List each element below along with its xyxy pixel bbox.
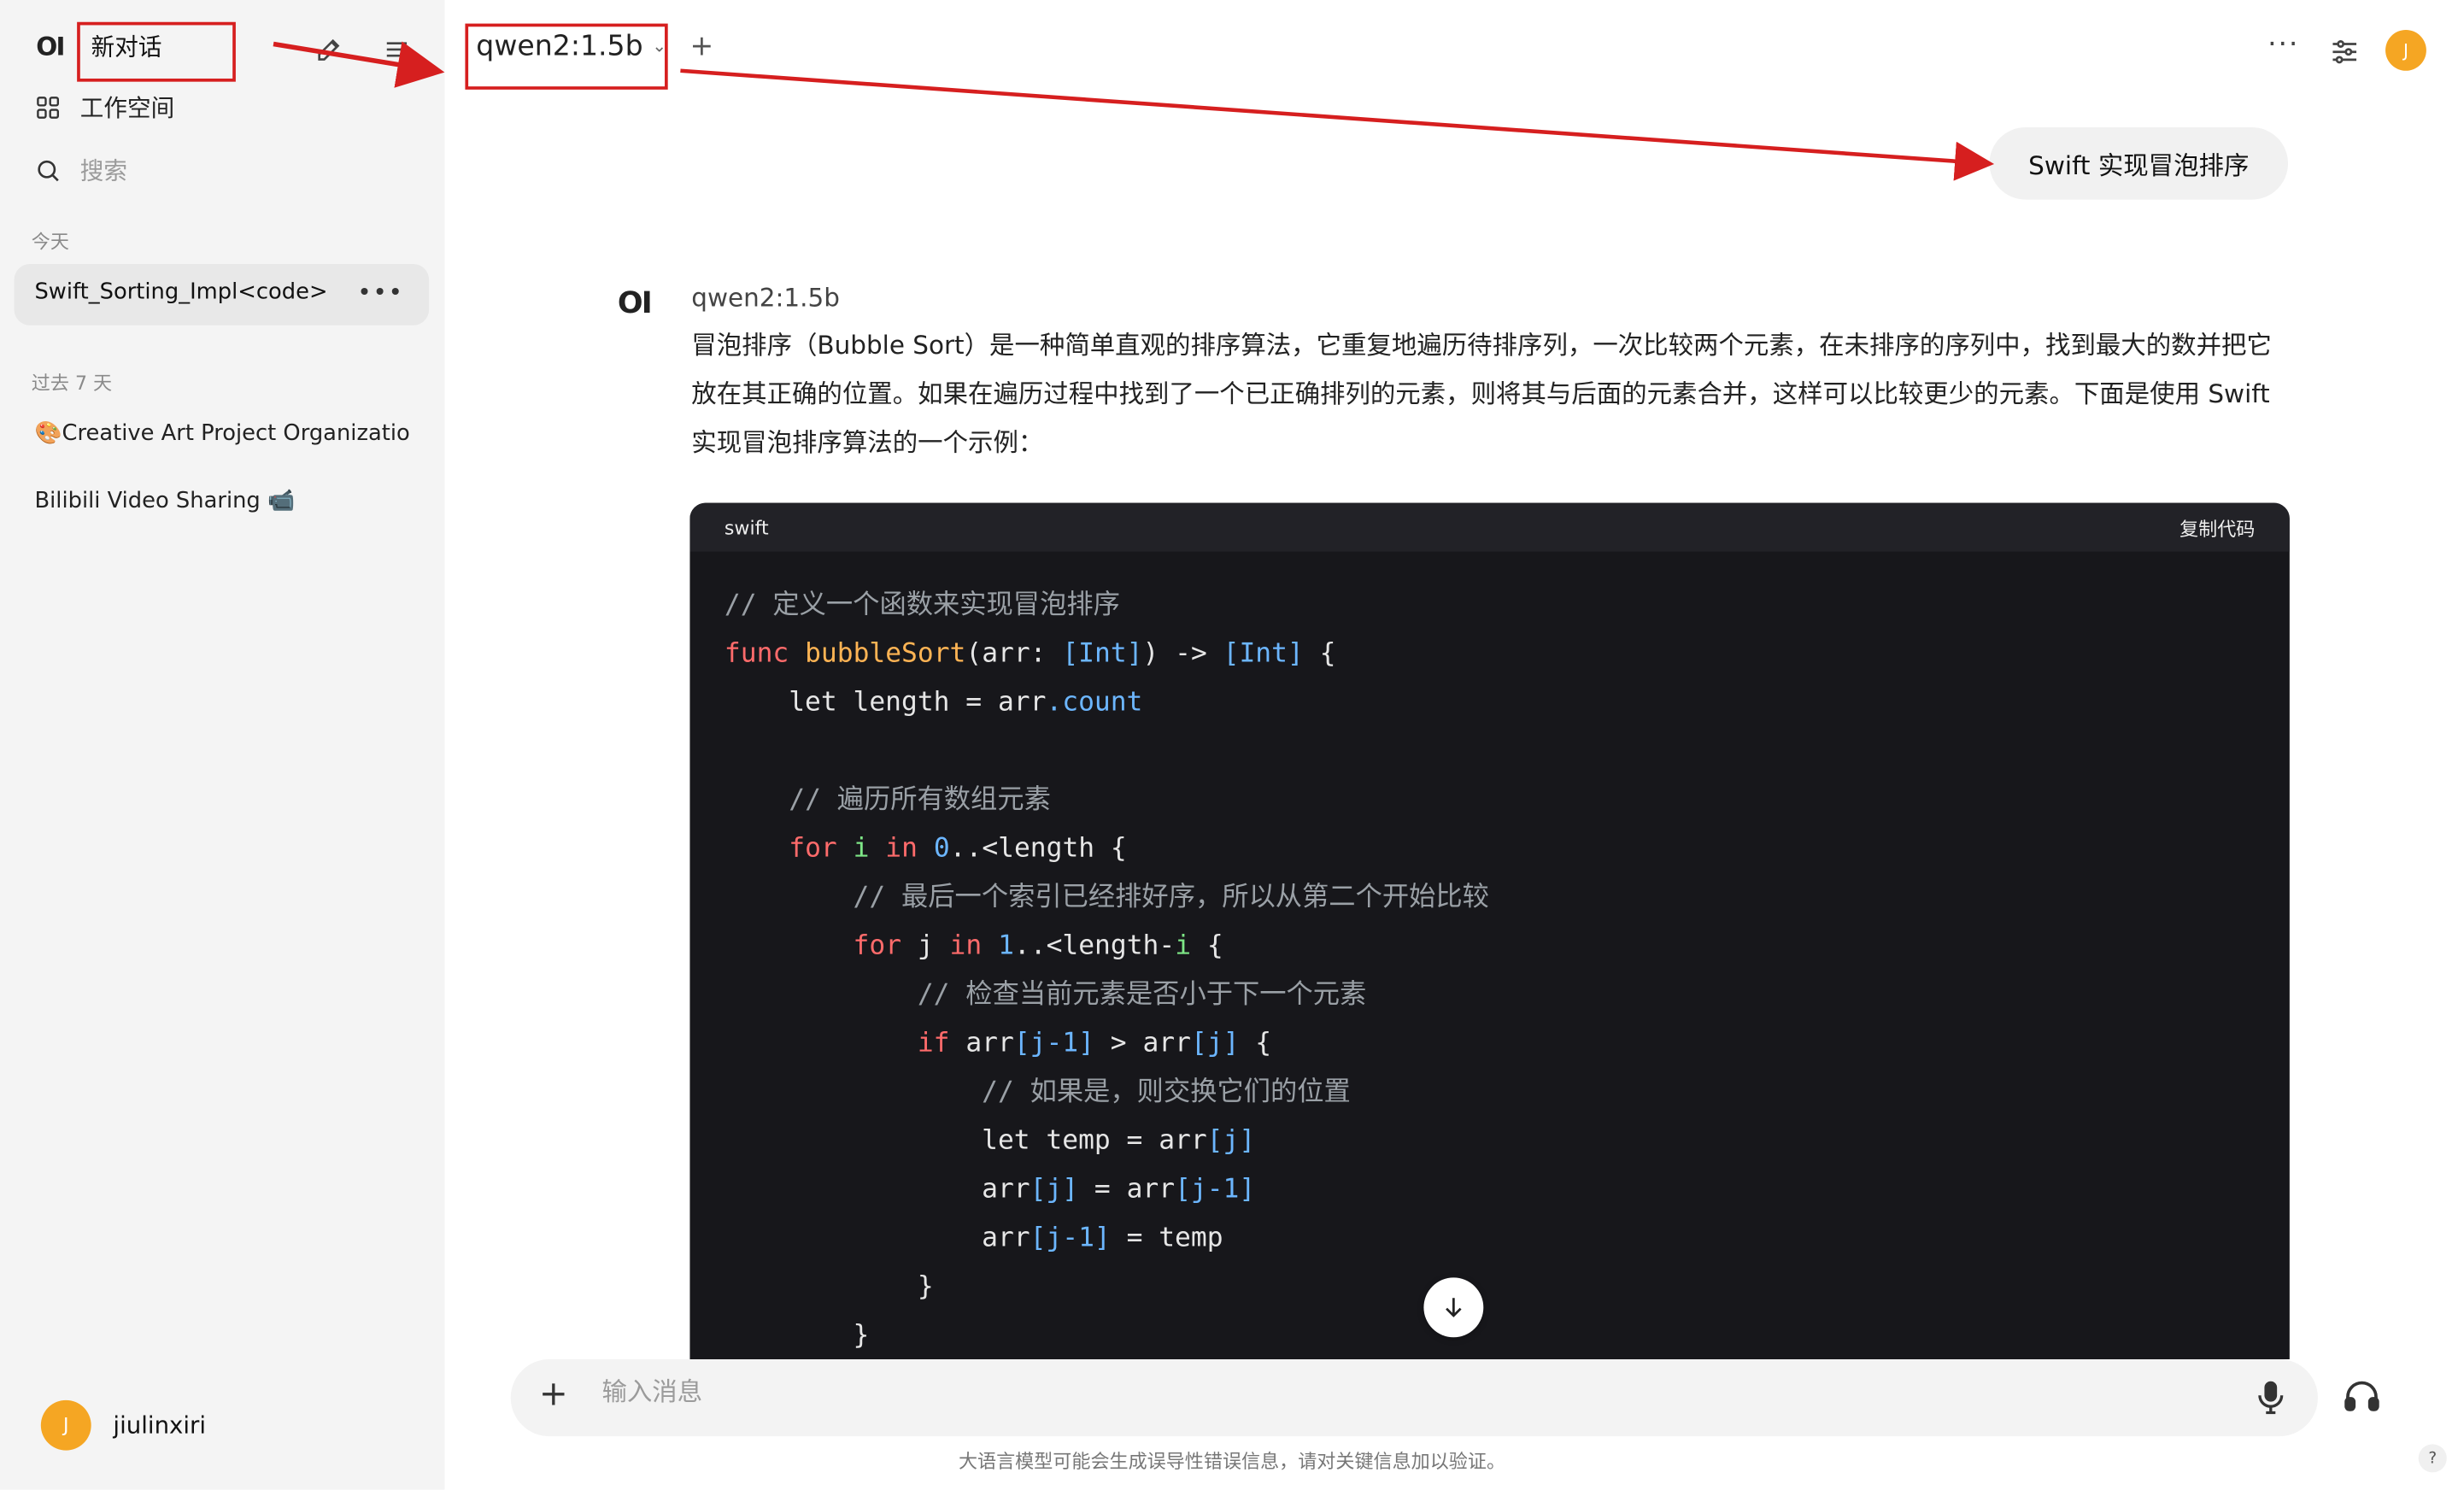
compose-icon[interactable] [309, 30, 347, 67]
code-content: // 定义一个函数来实现冒泡排序 func bubbleSort(arr: [In… [725, 582, 1489, 1359]
code-line: let length = arr.count [724, 686, 1143, 719]
help-icon[interactable]: ? [2418, 1444, 2447, 1473]
workspace-link[interactable]: 工作空间 [34, 91, 174, 125]
menu-icon[interactable] [377, 30, 414, 67]
annotation-box [465, 23, 668, 90]
arrow-down-icon [1446, 1298, 1462, 1317]
section-today: 今天 [31, 231, 69, 254]
code-line: } [724, 1270, 934, 1303]
avatar[interactable]: J [2385, 29, 2426, 71]
code-line: // 遍历所有数组元素 [789, 783, 1051, 816]
user-message: Swift 实现冒泡排序 [1989, 126, 2289, 200]
microphone-icon[interactable] [2258, 1380, 2284, 1421]
user-name: jiulinxiri [113, 1411, 207, 1440]
code-header: swift 复制代码 [689, 502, 2290, 552]
code-line: } [724, 1320, 870, 1352]
scroll-down-button[interactable] [1423, 1277, 1484, 1338]
controls-icon[interactable] [2326, 33, 2363, 71]
chat-item-active[interactable]: Swift_Sorting_Impl<code> ••• [14, 264, 430, 326]
attach-button[interactable]: + [539, 1375, 568, 1414]
code-block: swift 复制代码 // 定义一个函数来实现冒泡排序 func bubbleSo… [689, 502, 2290, 1359]
section-past-7-days: 过去 7 天 [31, 372, 113, 395]
code-line: arr[j-1] = temp [724, 1222, 1223, 1254]
user-menu[interactable]: J jiulinxiri [40, 1399, 207, 1451]
chat-item-title: Swift_Sorting_Impl<code> [34, 279, 328, 305]
code-line: // 最后一个索引已经排好序，所以从第二个开始比较 [853, 881, 1489, 913]
assistant-logo: OI [617, 285, 653, 321]
disclaimer: 大语言模型可能会生成误导性错误信息，请对关键信息加以验证。 [958, 1450, 1506, 1473]
code-line: // 定义一个函数来实现冒泡排序 [724, 589, 1120, 621]
sidebar: OI 新对话 工作空间 搜索 今天 Swift_Sorting_Impl<cod… [0, 0, 445, 1490]
code-line: let temp = arr[j] [724, 1124, 1256, 1157]
code-language: swift [724, 517, 769, 539]
code-line: if arr[j-1] > arr[j] { [917, 1027, 1272, 1059]
chat-item[interactable]: Bilibili Video Sharing 📹 [34, 489, 411, 513]
assistant-name: qwen2:1.5b [691, 283, 840, 314]
more-icon[interactable]: ••• [357, 279, 403, 307]
code-line: for j in 1..<length-i { [853, 930, 1223, 962]
search-row[interactable]: 搜索 [34, 154, 127, 187]
add-model-button[interactable]: + [689, 30, 713, 63]
message-composer: + [510, 1358, 2318, 1437]
code-line: // 检查当前元素是否小于下一个元素 [917, 978, 1367, 1011]
message-input[interactable] [598, 1378, 2177, 1410]
chat-item[interactable]: 🎨Creative Art Project Organization [34, 421, 411, 446]
headphones-icon[interactable] [2343, 1376, 2380, 1421]
copy-code-button[interactable]: 复制代码 [2179, 515, 2255, 542]
grid-icon [37, 97, 59, 119]
app-logo[interactable]: OI [36, 32, 65, 62]
annotation-box [77, 21, 236, 82]
code-line: for i in 0..<length { [789, 832, 1127, 865]
assistant-message: 冒泡排序（Bubble Sort）是一种简单直观的排序算法，它重复地遍历待排序列… [691, 330, 2272, 458]
code-line: // 如果是，则交换它们的位置 [982, 1076, 1351, 1108]
more-options-icon[interactable]: ··· [2267, 28, 2299, 62]
search-icon [38, 160, 59, 182]
avatar: J [40, 1399, 91, 1451]
code-line: func bubbleSort(arr: [Int]) -> [Int] { [724, 637, 1336, 670]
search-input[interactable]: 搜索 [80, 154, 127, 187]
code-line: arr[j] = arr[j-1] [724, 1173, 1256, 1205]
workspace-label: 工作空间 [79, 94, 175, 123]
